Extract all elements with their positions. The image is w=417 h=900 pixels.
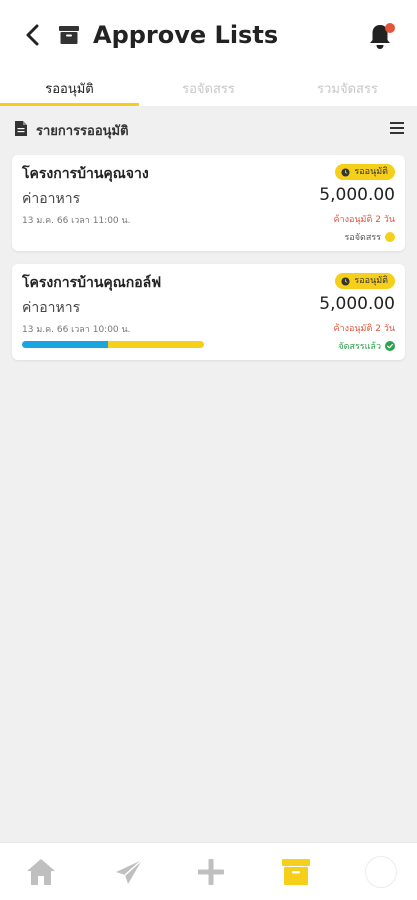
archive-icon[interactable]: [279, 856, 313, 888]
status-badge-label: รออนุมัติ: [354, 276, 388, 286]
card-amount: 5,000.00: [319, 294, 395, 314]
section-title: รายการรออนุมัติ: [36, 124, 129, 139]
tab-bar: รออนุมัติ รอจัดสรร รวมจัดสรร: [0, 70, 417, 106]
progress-remaining: [107, 341, 204, 348]
progress-fill: [22, 341, 108, 348]
card-category: ค่าอาหาร: [22, 300, 81, 316]
plus-icon[interactable]: [194, 856, 228, 888]
allocation-status-label: รอจัดสรร: [344, 233, 381, 243]
home-icon[interactable]: [24, 856, 58, 888]
document-icon: [15, 121, 27, 136]
menu-icon[interactable]: [390, 121, 404, 135]
card-amount: 5,000.00: [319, 185, 395, 205]
back-arrow-icon[interactable]: [18, 20, 48, 50]
approval-card[interactable]: โครงการบ้านคุณกอล์ฟ ค่าอาหาร 13 ม.ค. 66 …: [12, 264, 405, 360]
approval-card[interactable]: โครงการบ้านคุณจาง ค่าอาหาร 13 ม.ค. 66 เว…: [12, 155, 405, 251]
status-badge-label: รออนุมัติ: [354, 167, 388, 177]
allocation-status-label: จัดสรรแล้ว: [338, 342, 381, 352]
status-badge: รออนุมัติ: [335, 273, 395, 289]
clock-icon: [341, 167, 350, 177]
archive-box-icon: [59, 26, 79, 44]
section-header: รายการรออนุมัติ: [14, 118, 406, 140]
card-pending-days: ค้างอนุมัติ 2 วัน: [333, 324, 395, 334]
card-allocation-status: รอจัดสรร: [344, 230, 395, 244]
notification-bell-icon[interactable]: [364, 20, 398, 52]
bottom-navigation: [0, 842, 417, 900]
page-title: Approve Lists: [93, 21, 279, 49]
tab-pending-allocation[interactable]: รอจัดสรร: [139, 78, 278, 99]
tab-all-allocation[interactable]: รวมจัดสรร: [278, 78, 417, 99]
active-tab-indicator: [0, 103, 139, 106]
status-badge: รออนุมัติ: [335, 164, 395, 180]
card-date: 13 ม.ค. 66 เวลา 10:00 น.: [22, 325, 131, 335]
card-project-title: โครงการบ้านคุณจาง: [22, 166, 149, 182]
card-category: ค่าอาหาร: [22, 191, 81, 207]
tab-pending-approval[interactable]: รออนุมัติ: [0, 78, 139, 99]
card-allocation-status: จัดสรรแล้ว: [338, 339, 395, 353]
pending-dot-icon: [385, 232, 395, 242]
send-icon[interactable]: [112, 856, 146, 888]
card-project-title: โครงการบ้านคุณกอล์ฟ: [22, 275, 162, 291]
card-date: 13 ม.ค. 66 เวลา 11:00 น.: [22, 216, 131, 226]
clock-icon: [341, 276, 350, 286]
check-circle-icon: [385, 341, 395, 351]
allocation-progress-bar: [22, 341, 204, 348]
card-pending-days: ค้างอนุมัติ 2 วัน: [333, 215, 395, 225]
app-header: Approve Lists: [0, 0, 417, 70]
brand-logo[interactable]: [365, 856, 397, 888]
